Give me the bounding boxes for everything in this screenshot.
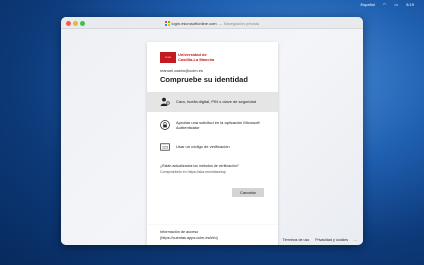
option-label: Usar un código de verificación xyxy=(176,144,230,150)
access-info-link[interactable]: (https://cuentas.apps.uclm.es/info) xyxy=(160,236,265,242)
maximize-window-button[interactable] xyxy=(80,21,85,26)
address-tab[interactable]: login.microsoftonline.com — Navegación p… xyxy=(165,20,259,27)
input-language[interactable]: Español xyxy=(360,2,374,7)
option-security-key[interactable]: Cara, huella digital, PIN o clave de seg… xyxy=(147,92,278,112)
menu-bar: Español ◠ ▭ 8:19 xyxy=(0,0,424,9)
page-title: Compruebe su identidad xyxy=(160,75,248,84)
page-content: UCLM Universidad de Castilla-La Mancha m… xyxy=(61,29,363,245)
tab-url: login.microsoftonline.com xyxy=(171,21,217,26)
page-footer: Términos de uso Privacidad y cookies ... xyxy=(282,238,357,242)
organization-name: Universidad de Castilla-La Mancha xyxy=(178,51,215,62)
wifi-icon[interactable]: ◠ xyxy=(383,2,387,7)
cancel-button[interactable]: Cancelar xyxy=(232,188,264,197)
option-authenticator[interactable]: Aprobar una solicitud en la aplicación M… xyxy=(147,115,278,135)
svg-text:123: 123 xyxy=(162,146,168,150)
title-bar: login.microsoftonline.com — Navegación p… xyxy=(61,17,363,29)
private-mode-label: — Navegación privada xyxy=(218,21,260,26)
uclm-logo-icon: UCLM xyxy=(160,52,176,63)
access-info-panel: Información de acceso (https://cuentas.a… xyxy=(147,225,278,245)
option-label: Aprobar una solicitud en la aplicación M… xyxy=(176,119,260,130)
terms-link[interactable]: Términos de uso xyxy=(282,238,309,242)
fingerprint-person-icon xyxy=(160,97,170,107)
authenticator-lock-icon xyxy=(160,120,170,130)
sms-code-icon: 123 xyxy=(160,142,170,152)
organization-logo: UCLM Universidad de Castilla-La Mancha xyxy=(160,52,214,63)
browser-window: login.microsoftonline.com — Navegación p… xyxy=(61,17,363,245)
option-label: Cara, huella digital, PIN o clave de seg… xyxy=(176,99,257,105)
microsoft-logo-icon xyxy=(165,21,170,26)
help-question: ¿Están actualizados los métodos de verif… xyxy=(160,164,239,168)
sign-in-card: UCLM Universidad de Castilla-La Mancha m… xyxy=(147,42,278,245)
close-window-button[interactable] xyxy=(66,21,71,26)
option-verification-code[interactable]: 123 Usar un código de verificación xyxy=(147,140,278,154)
account-email: manuel.castro@uclm.es xyxy=(160,68,203,73)
minimize-window-button[interactable] xyxy=(73,21,78,26)
mfa-setup-link[interactable]: Compruébelo en https://aka.ms/mfasetup xyxy=(160,170,270,174)
clock[interactable]: 8:19 xyxy=(406,2,414,7)
privacy-link[interactable]: Privacidad y cookies xyxy=(315,238,348,242)
battery-icon[interactable]: ▭ xyxy=(394,2,398,7)
more-options-button[interactable]: ... xyxy=(354,238,357,242)
